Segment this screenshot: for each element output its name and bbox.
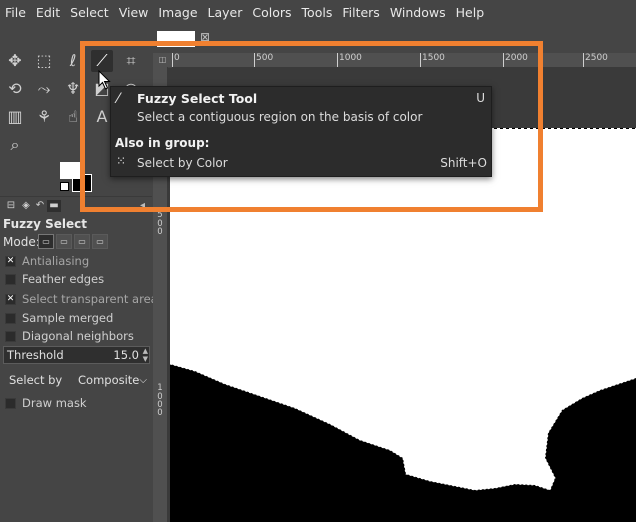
menubar: File Edit Select View Image Layer Colors Tools F… — [0, 0, 636, 26]
tool-options-tab-icon[interactable]: ⊟ — [4, 200, 18, 212]
menu-view[interactable]: View — [114, 0, 154, 26]
rect-select-tool-icon[interactable]: ⬚ — [33, 50, 55, 72]
antialiasing-option[interactable]: ✕ Antialiasing — [5, 253, 89, 269]
v-ruler-label: 0 — [157, 227, 163, 237]
threshold-label: Threshold — [7, 348, 64, 362]
foreground-color-swatch[interactable] — [60, 162, 80, 179]
mouse-cursor-icon — [98, 70, 111, 90]
draw-mask-label: Draw mask — [22, 396, 87, 410]
h-ruler-label: 2500 — [585, 53, 608, 63]
menu-edit[interactable]: Edit — [31, 0, 65, 26]
draw-mask-option[interactable]: Draw mask — [5, 395, 87, 411]
h-ruler-tick — [583, 53, 584, 67]
select-by-label: Select by — [9, 373, 63, 387]
menu-colors[interactable]: Colors — [247, 0, 296, 26]
sample-merged-label: Sample merged — [22, 311, 114, 325]
clone-tool-icon[interactable]: ⚘ — [33, 106, 55, 128]
feather-edges-option[interactable]: Feather edges — [5, 271, 104, 287]
tool-options-title: Fuzzy Select — [3, 217, 87, 231]
select-transparent-areas-checkbox[interactable]: ✕ — [5, 293, 16, 305]
images-tab-icon[interactable]: ▬ — [47, 200, 61, 212]
unified-transform-tool-icon[interactable]: ⟲ — [4, 78, 26, 100]
undo-history-tab-icon[interactable]: ↶ — [33, 200, 47, 212]
sample-merged-option[interactable]: Sample merged — [5, 310, 113, 326]
zoom-tool-icon[interactable]: ⌕ — [4, 134, 26, 156]
default-colors-icon[interactable] — [60, 182, 69, 191]
warp-transform-tool-icon[interactable]: ⤳ — [33, 78, 55, 100]
select-by-dropdown[interactable]: Composite ⌵ — [72, 369, 150, 391]
select-transparent-areas-option[interactable]: ✕ Select transparent areas — [5, 291, 164, 307]
menu-tools[interactable]: Tools — [297, 0, 338, 26]
diagonal-neighbors-label: Diagonal neighbors — [22, 329, 134, 343]
mode-label: Mode: — [3, 235, 40, 249]
feather-edges-checkbox[interactable] — [5, 273, 16, 285]
gradient-tool-icon[interactable]: ▥ — [4, 106, 26, 128]
move-tool-icon[interactable]: ✥ — [4, 50, 26, 72]
mode-intersect-button[interactable]: ▭ — [92, 234, 108, 249]
antialiasing-checkbox[interactable]: ✕ — [5, 255, 16, 267]
menu-windows[interactable]: Windows — [385, 0, 451, 26]
chevron-down-icon: ⌵ — [139, 374, 147, 386]
menu-help[interactable]: Help — [451, 0, 490, 26]
menu-layer[interactable]: Layer — [203, 0, 248, 26]
diagonal-neighbors-checkbox[interactable] — [5, 330, 16, 342]
menu-image[interactable]: Image — [153, 0, 202, 26]
feather-edges-label: Feather edges — [22, 272, 105, 286]
device-status-tab-icon[interactable]: ◈ — [19, 200, 33, 212]
sample-merged-checkbox[interactable] — [5, 312, 16, 324]
select-transparent-areas-label: Select transparent areas — [22, 292, 164, 306]
threshold-value: 15.0 — [113, 348, 139, 362]
menu-filters[interactable]: Filters — [337, 0, 384, 26]
threshold-slider[interactable]: Threshold 15.0 ▲ ▼ — [3, 346, 150, 364]
threshold-spin-icon[interactable]: ▲ ▼ — [143, 347, 148, 363]
menu-select[interactable]: Select — [65, 0, 114, 26]
mode-replace-button[interactable]: ▭ — [38, 234, 54, 249]
mode-subtract-button[interactable]: ▭ — [74, 234, 90, 249]
antialiasing-label: Antialiasing — [22, 254, 90, 268]
mode-add-button[interactable]: ▭ — [56, 234, 72, 249]
select-by-value: Composite — [78, 373, 140, 387]
diagonal-neighbors-option[interactable]: Diagonal neighbors — [5, 328, 134, 344]
v-ruler-label: 1 — [157, 383, 163, 393]
menu-file[interactable]: File — [0, 0, 31, 26]
highlight-box — [80, 41, 543, 212]
v-ruler-label: 0 — [157, 408, 163, 418]
draw-mask-checkbox[interactable] — [5, 397, 16, 409]
v-ruler-label: 5 — [157, 210, 163, 220]
